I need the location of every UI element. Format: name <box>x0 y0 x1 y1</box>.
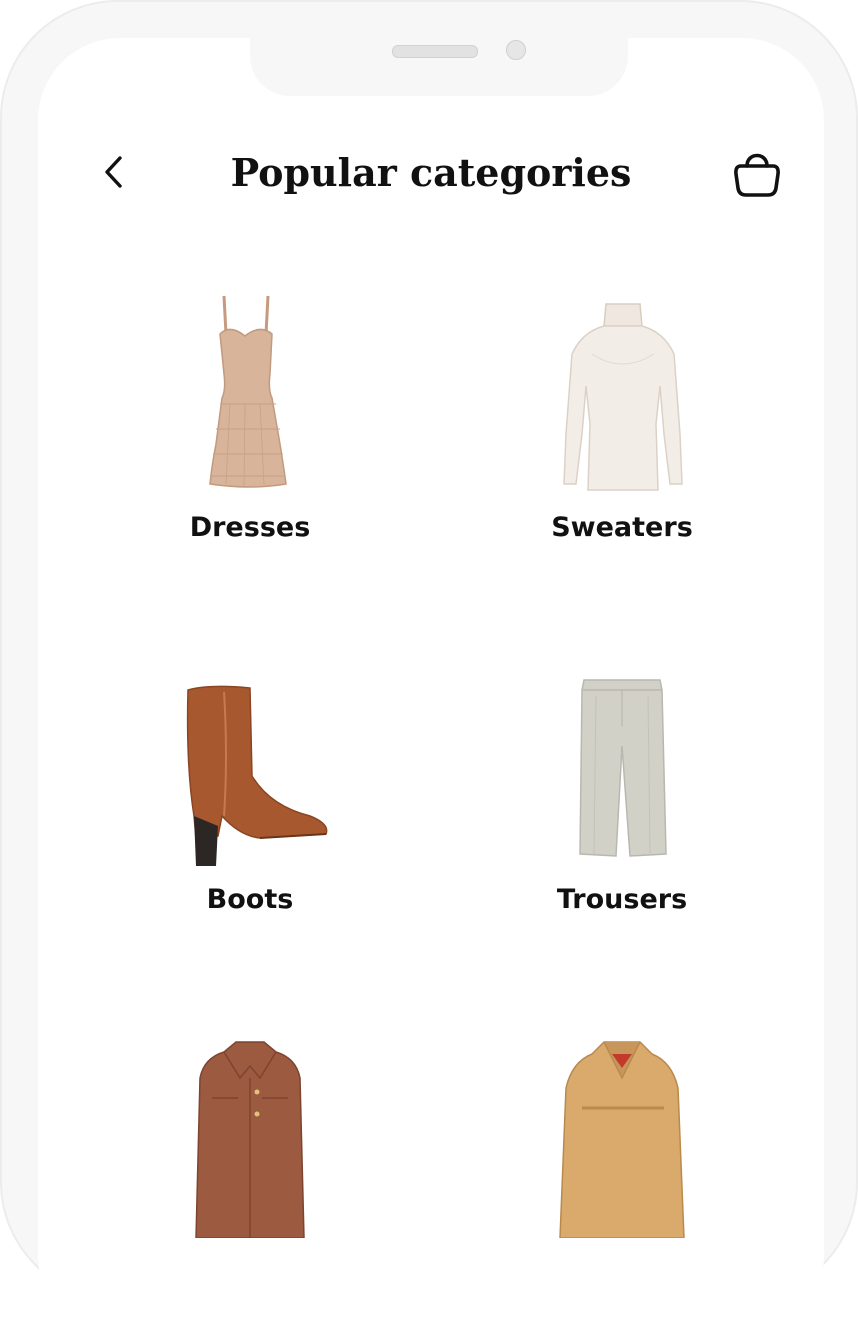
sweater-image <box>563 303 683 491</box>
speaker-grille <box>392 45 478 58</box>
category-card-sweaters[interactable]: Sweaters <box>472 294 772 614</box>
category-label: Trousers <box>556 884 688 915</box>
phone-screen: Popular categories Dresses Sweaters Boot… <box>38 38 824 1338</box>
cart-button[interactable] <box>730 142 784 202</box>
category-card-coat[interactable] <box>472 1038 772 1338</box>
category-label: Sweaters <box>551 512 693 543</box>
dress-image <box>209 295 287 488</box>
boot-image <box>186 685 328 866</box>
front-camera <box>506 40 526 60</box>
jacket-image <box>195 1041 305 1238</box>
category-card-boots[interactable]: Boots <box>100 666 400 986</box>
shopping-bag-icon <box>734 153 780 197</box>
category-label: Dresses <box>189 512 311 543</box>
phone-notch <box>250 38 628 96</box>
trousers-image <box>579 679 667 857</box>
category-card-jacket[interactable] <box>100 1038 400 1338</box>
category-label: Boots <box>206 884 294 915</box>
page-title: Popular categories <box>230 150 632 195</box>
coat-image <box>559 1041 685 1238</box>
category-card-dresses[interactable]: Dresses <box>100 294 400 614</box>
category-card-trousers[interactable]: Trousers <box>472 666 772 986</box>
